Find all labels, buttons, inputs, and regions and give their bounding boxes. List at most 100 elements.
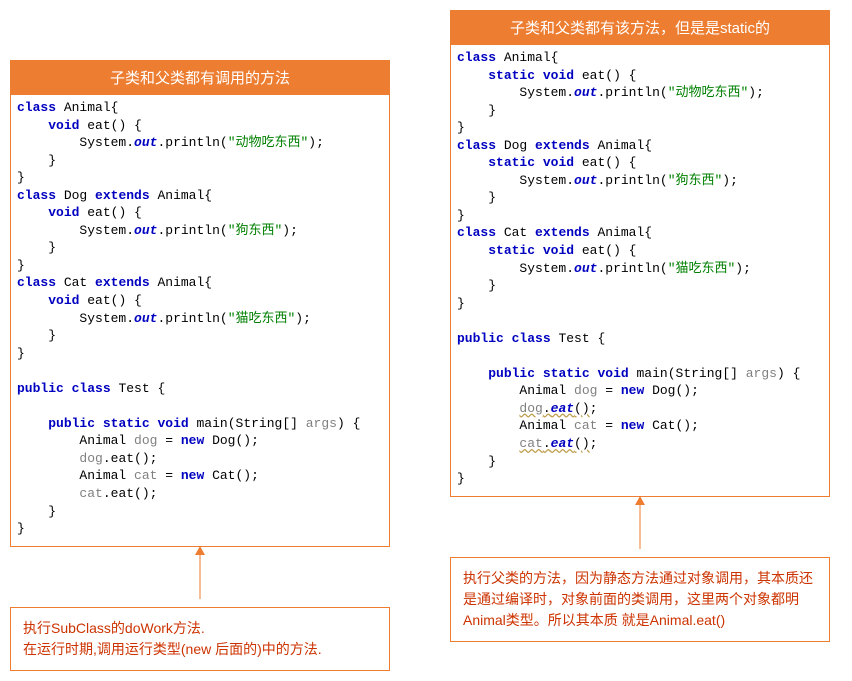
kw: static [488,68,535,83]
kw: static [488,155,535,170]
kw: void [48,205,79,220]
m: main [637,366,668,381]
t: Cat [652,418,675,433]
sys: System [79,135,126,150]
kw: public [488,366,535,381]
kw: void [543,243,574,258]
cls: Dog [64,188,87,203]
sys: System [79,223,126,238]
kw: class [457,50,496,65]
kw: new [621,418,644,433]
kw: class [457,225,496,240]
m: eat [582,155,605,170]
kw: class [512,331,551,346]
s: "狗东西" [228,223,283,238]
kw: void [543,68,574,83]
m: eat [582,68,605,83]
kw: extends [535,225,590,240]
s: "动物吃东西" [228,135,309,150]
m: eat [111,486,134,501]
right-column: 子类和父类都有该方法，但是是static的 class Animal{ stat… [450,10,830,642]
right-title: 子类和父类都有该方法，但是是static的 [450,10,830,45]
pl: println [165,311,220,326]
out: out [574,261,597,276]
kw: void [157,416,188,431]
cls: Test [118,381,149,396]
kw: void [48,293,79,308]
a: args [746,366,777,381]
cls: Animal [157,188,204,203]
kw: new [621,383,644,398]
cls: Animal [597,225,644,240]
t: String [676,366,723,381]
left-code: class Animal{ void eat() { System.out.pr… [10,95,390,547]
t: Animal [519,418,566,433]
right-arrow [450,497,830,557]
right-code: class Animal{ static void eat() { System… [450,45,830,497]
pl: println [605,173,660,188]
left-column: 子类和父类都有调用的方法 class Animal{ void eat() { … [10,60,390,671]
kw: void [543,155,574,170]
cls: Animal [504,50,551,65]
s: "猫吃东西" [228,311,296,326]
t: String [236,416,283,431]
out: out [574,85,597,100]
m: eat [87,118,110,133]
kw: extends [95,275,150,290]
s: "狗东西" [668,173,723,188]
out: out [134,135,157,150]
kw: void [48,118,79,133]
m: eat [582,243,605,258]
sys: System [519,173,566,188]
cls: Dog [504,138,527,153]
sys: System [79,311,126,326]
kw: static [103,416,150,431]
out: out [134,223,157,238]
kw: public [48,416,95,431]
v: cat [79,486,102,501]
columns-container: 子类和父类都有调用的方法 class Animal{ void eat() { … [10,10,842,671]
sys: System [519,85,566,100]
s: "猫吃东西" [668,261,736,276]
t: Animal [79,433,126,448]
kw: new [181,433,204,448]
sys: System [519,261,566,276]
right-caption: 执行父类的方法，因为静态方法通过对象调用，其本质还是通过编译时，对象前面的类调用… [450,557,830,642]
cls: Cat [504,225,527,240]
kw: public [17,381,64,396]
kw: new [181,468,204,483]
left-title: 子类和父类都有调用的方法 [10,60,390,95]
v: cat [574,418,597,433]
m: main [197,416,228,431]
kw: static [488,243,535,258]
kw: static [543,366,590,381]
m: eat [111,451,134,466]
warn-call: dog.eat() [519,401,589,416]
v: cat [134,468,157,483]
kw: class [17,275,56,290]
kw: class [72,381,111,396]
kw: extends [95,188,150,203]
t: Animal [79,468,126,483]
out: out [574,173,597,188]
left-caption: 执行SubClass的doWork方法. 在运行时期,调用运行类型(new 后面… [10,607,390,671]
cls: Animal [64,100,111,115]
warn-call: cat.eat() [519,436,589,451]
kw: void [597,366,628,381]
t: Cat [212,468,235,483]
out: out [134,311,157,326]
left-arrow [10,547,390,607]
cls: Test [558,331,589,346]
kw: class [17,188,56,203]
arrow-head-icon [635,496,645,505]
v: dog [574,383,597,398]
arrow-head-icon [195,546,205,555]
t: Dog [212,433,235,448]
s: "动物吃东西" [668,85,749,100]
pl: println [165,223,220,238]
kw: class [17,100,56,115]
pl: println [605,85,660,100]
m: eat [87,205,110,220]
kw: extends [535,138,590,153]
t: Animal [519,383,566,398]
